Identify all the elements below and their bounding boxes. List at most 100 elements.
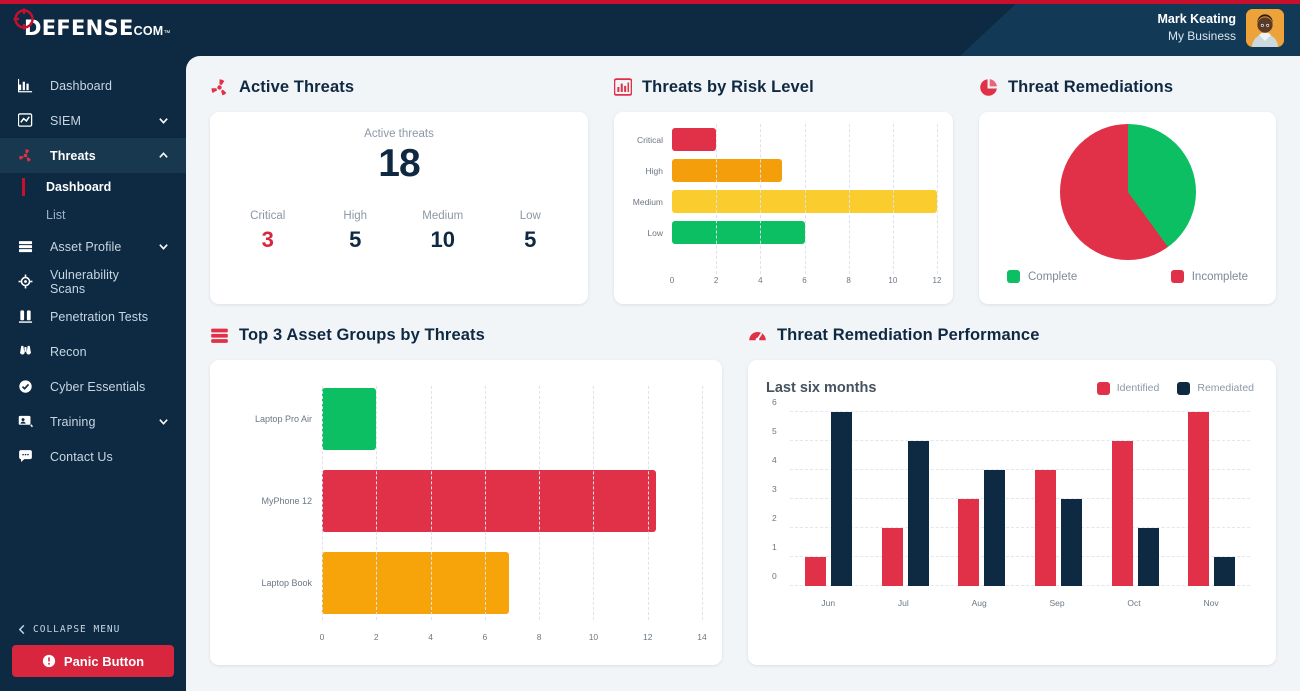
sidebar-item-vulnerability-scans[interactable]: Vulnerability Scans xyxy=(0,264,186,299)
performance-chart: 0 1 2 3 4 5 6 Jun Jul Aug Sep Oct Nov xyxy=(766,397,1254,608)
sidebar-nav: Dashboard SIEM Threats Dashboard List As… xyxy=(0,56,186,618)
pie-chart-icon xyxy=(979,78,998,97)
asset-bar-row: Laptop Pro Air xyxy=(218,378,702,460)
asset-bar-track xyxy=(322,542,702,624)
x-tick-label: 12 xyxy=(932,276,942,285)
logo[interactable]: DEFENSE COM ™ xyxy=(0,0,186,56)
sidebar-item-label: Dashboard xyxy=(50,78,113,93)
x-tick-label: 0 xyxy=(669,276,675,285)
card-header: Top 3 Asset Groups by Threats xyxy=(210,322,722,348)
card-header: Threat Remediations xyxy=(979,74,1276,100)
x-tick-label: 2 xyxy=(373,632,379,642)
user-profile[interactable]: Mark Keating My Business xyxy=(1157,9,1284,47)
performance-subtitle: Last six months xyxy=(766,380,877,396)
chevron-down-icon[interactable] xyxy=(156,241,170,252)
crosshair-icon xyxy=(18,274,40,289)
sidebar-item-label: Cyber Essentials xyxy=(50,379,146,394)
sidebar-item-penetration-tests[interactable]: Penetration Tests xyxy=(0,299,186,334)
sidebar-item-asset-profile[interactable]: Asset Profile xyxy=(0,229,186,264)
card-header: Active Threats xyxy=(210,74,588,100)
sidebar-subitem-label: Dashboard xyxy=(46,180,112,194)
legend-item-remediated: Remediated xyxy=(1177,381,1254,395)
x-tick-label: Jul xyxy=(897,598,909,608)
sidebar-item-dashboard[interactable]: Dashboard xyxy=(0,68,186,103)
stat-low: Low 5 xyxy=(487,210,575,253)
sidebar-subitem-label: List xyxy=(46,208,66,222)
bar-remediated xyxy=(830,412,852,586)
sidebar-item-training[interactable]: Training xyxy=(0,404,186,439)
legend-label: Incomplete xyxy=(1191,270,1248,283)
main-content: Active Threats Active threats 18 Critica… xyxy=(186,56,1300,691)
chart-line-icon xyxy=(18,113,40,128)
asset-bar-track xyxy=(322,378,702,460)
asset-x-axis: 0 2 4 6 8 10 12 14 xyxy=(320,628,707,646)
risk-bar-row: High xyxy=(624,155,937,186)
stat-value: 5 xyxy=(349,227,362,252)
chat-bubble-icon xyxy=(18,449,40,464)
bar-identified xyxy=(804,557,826,586)
sidebar-item-siem[interactable]: SIEM xyxy=(0,103,186,138)
bar-identified xyxy=(1111,441,1133,586)
panic-button[interactable]: Panic Button xyxy=(12,645,174,677)
chart-bar-icon xyxy=(18,78,40,93)
card-header: Threat Remediation Performance xyxy=(748,322,1276,348)
risk-bar-row: Medium xyxy=(624,186,937,217)
gridline xyxy=(647,386,649,620)
y-tick-label: 2 xyxy=(772,513,777,524)
collapse-menu-button[interactable]: COLLAPSE MENU xyxy=(12,618,174,645)
sidebar-item-recon[interactable]: Recon xyxy=(0,334,186,369)
sidebar-item-threats[interactable]: Threats xyxy=(0,138,186,173)
legend-swatch xyxy=(1007,270,1020,283)
sidebar-subitem-dashboard[interactable]: Dashboard xyxy=(0,173,186,201)
top-header: Mark Keating My Business xyxy=(186,0,1300,56)
sidebar-item-label: Asset Profile xyxy=(50,239,122,254)
top-accent-bar xyxy=(0,0,1300,4)
x-tick-label: Nov xyxy=(1203,598,1219,608)
sidebar-item-contact-us[interactable]: Contact Us xyxy=(0,439,186,474)
chevron-down-icon[interactable] xyxy=(156,115,170,126)
stat-value: 10 xyxy=(430,227,455,252)
gridline xyxy=(702,386,703,620)
check-circle-icon xyxy=(18,379,40,394)
legend-label: Identified xyxy=(1116,382,1160,394)
asset-bar-label: Laptop Pro Air xyxy=(254,414,312,424)
avatar[interactable] xyxy=(1246,9,1284,47)
panic-button-label: Panic Button xyxy=(63,653,145,669)
pie-legend: Complete Incomplete xyxy=(995,270,1260,283)
bar-identified xyxy=(881,528,903,586)
asset-bar xyxy=(322,388,377,450)
chevron-up-icon[interactable] xyxy=(156,150,170,161)
legend-swatch xyxy=(1170,270,1184,283)
bar-identified xyxy=(958,499,980,586)
legend-swatch xyxy=(1177,381,1191,395)
x-tick-label: Aug xyxy=(971,598,987,608)
bar-group xyxy=(1020,412,1097,586)
performance-legend: Identified Remediated xyxy=(1096,381,1254,395)
risk-bar-label: Low xyxy=(647,227,663,238)
asset-bar-row: Laptop Book xyxy=(218,542,702,624)
risk-bar xyxy=(672,221,805,244)
gridline xyxy=(539,386,541,620)
sidebar-item-cyber-essentials[interactable]: Cyber Essentials xyxy=(0,369,186,404)
gridline xyxy=(937,124,938,274)
sidebar-item-label: Training xyxy=(50,414,96,429)
stat-label: Medium xyxy=(422,210,464,222)
x-tick-label: 10 xyxy=(588,632,599,642)
sidebar-subitem-list[interactable]: List xyxy=(0,201,186,229)
bar-group xyxy=(867,412,944,586)
card-top-asset-groups: Top 3 Asset Groups by Threats Laptop Pro… xyxy=(210,322,722,665)
gridline xyxy=(716,124,718,274)
chevron-down-icon[interactable] xyxy=(156,416,170,427)
crosshair-logo-icon xyxy=(13,8,34,30)
user-name: Mark Keating xyxy=(1157,12,1237,27)
test-tubes-icon xyxy=(18,309,40,324)
x-tick-label: 2 xyxy=(713,276,719,285)
bar-remediated xyxy=(984,470,1006,586)
stat-critical: Critical 3 xyxy=(224,210,312,253)
sidebar-item-label: Vulnerability Scans xyxy=(50,267,119,296)
x-tick-label: 10 xyxy=(888,276,898,285)
stat-label: Low xyxy=(519,210,541,222)
x-axis-labels: Jun Jul Aug Sep Oct Nov xyxy=(790,598,1250,608)
active-threats-total: 18 xyxy=(378,142,420,185)
sidebar-footer: COLLAPSE MENU Panic Button xyxy=(0,618,186,691)
